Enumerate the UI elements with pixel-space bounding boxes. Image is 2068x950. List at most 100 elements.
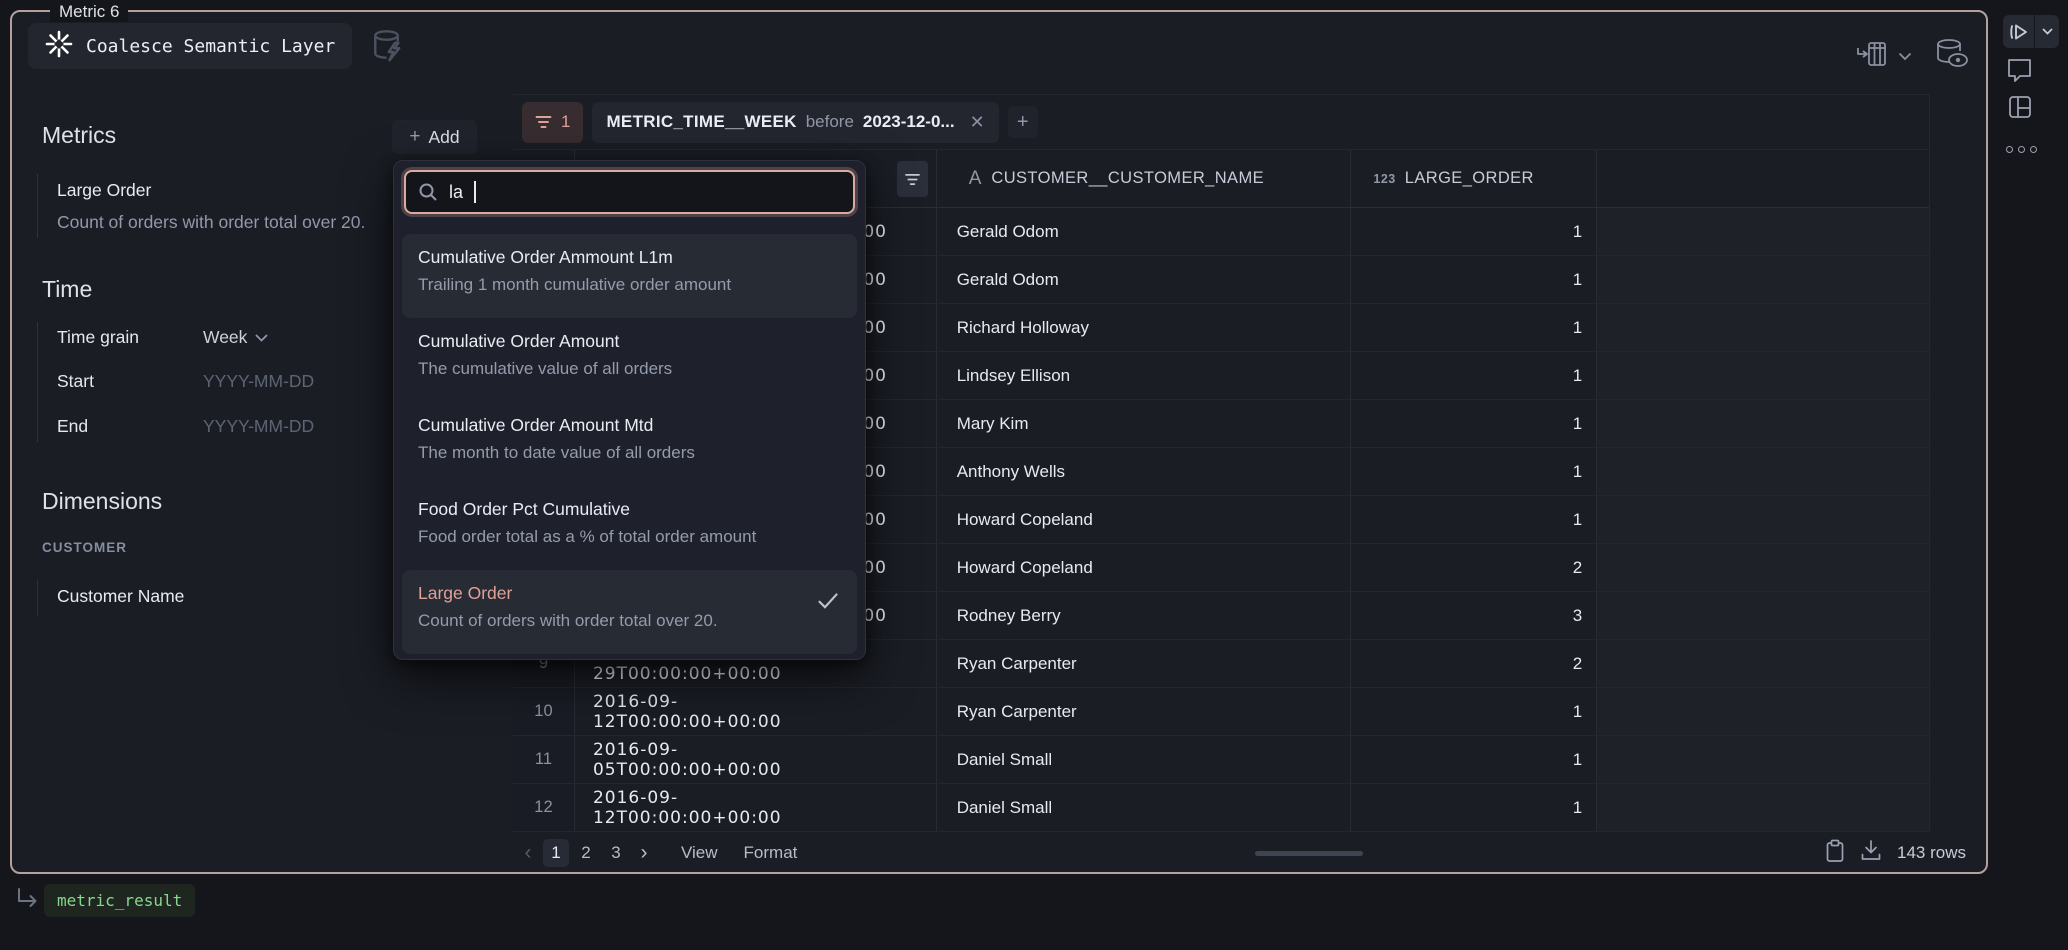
option-description: Trailing 1 month cumulative order amount [418,275,841,295]
cell-customer: Daniel Small [937,784,1352,831]
start-label: Start [57,371,94,392]
end-date-input[interactable]: YYYY-MM-DD [203,416,314,437]
filter-icon [905,173,920,186]
view-button[interactable]: View [681,843,718,863]
remove-filter-icon[interactable]: ✕ [970,112,985,133]
cell-customer: Rodney Berry [937,592,1352,639]
cell-date: 2016-09-05T00:00:00+00:00 [575,736,937,783]
cell-value: 2 [1351,640,1597,687]
next-page-icon[interactable]: › [633,841,655,865]
add-metric-button[interactable]: + Add [392,120,477,154]
cell-customer: Gerald Odom [937,256,1352,303]
row-number: 12 [513,784,575,831]
filter-operator: before [806,112,854,132]
cell-title: Metric 6 [50,2,128,22]
download-icon[interactable] [1860,839,1882,867]
column-name: CUSTOMER__CUSTOMER_NAME [991,169,1264,188]
cell-customer: Howard Copeland [937,544,1352,591]
option-title: Large Order [418,583,841,604]
copy-icon[interactable] [1825,839,1845,868]
cell-value: 1 [1351,256,1597,303]
more-options-icon[interactable] [2006,146,2037,153]
page-button-2[interactable]: 2 [573,839,599,867]
table-row: 122016-09-12T00:00:00+00:00Daniel Small1 [513,784,1929,832]
cell-spacer [1597,736,1929,783]
filter-value: 2023-12-0... [863,112,955,132]
time-heading: Time [42,276,92,303]
cell-value: 1 [1351,448,1597,495]
cell-spacer [1597,400,1929,447]
app-title: Coalesce Semantic Layer [86,36,335,57]
metric-search-input[interactable]: la [404,170,855,214]
option-description: The cumulative value of all orders [418,359,841,379]
cell-spacer [1597,640,1929,687]
database-edit-icon[interactable] [370,28,406,69]
result-variable-chip[interactable]: metric_result [44,884,195,917]
metric-search-dropdown: la Cumulative Order Ammount L1m Trailing… [393,160,866,660]
cell-value: 1 [1351,784,1597,831]
send-to-table-icon[interactable] [1856,40,1888,73]
option-large-order[interactable]: Large Order Count of orders with order t… [402,570,857,654]
dimension-item-customer-name[interactable]: Customer Name [57,586,184,607]
metric-item-description: Count of orders with order total over 20… [57,212,365,233]
table-toolbar: 1 METRIC_TIME__WEEK before 2023-12-0... … [513,94,1930,150]
text-type-icon: A [969,168,982,190]
cell-value: 1 [1351,304,1597,351]
option-cumulative-order-amount-mtd[interactable]: Cumulative Order Amount Mtd The month to… [402,402,857,486]
run-options-icon[interactable] [2035,28,2059,35]
empty-header-spacer [1597,150,1929,207]
time-grain-select[interactable]: Week [203,327,268,348]
table-row: 102016-09-12T00:00:00+00:00Ryan Carpente… [513,688,1929,736]
add-filter-button[interactable]: + [1008,106,1038,138]
text-caret [474,181,476,203]
prev-page-icon[interactable]: ‹ [517,841,539,865]
run-cell-button[interactable] [2003,15,2059,48]
cell-value: 2 [1351,544,1597,591]
option-description: Food order total as a % of total order a… [418,527,841,547]
cell-customer: Ryan Carpenter [937,688,1352,735]
filter-chip[interactable]: METRIC_TIME__WEEK before 2023-12-0... ✕ [592,102,998,143]
column-header-customer-name[interactable]: A CUSTOMER__CUSTOMER_NAME [937,150,1352,207]
metric-options-list: Cumulative Order Ammount L1m Trailing 1 … [394,234,865,654]
cell-customer: Gerald Odom [937,208,1352,255]
indent-guide [37,322,38,442]
cell-spacer [1597,208,1929,255]
result-arrow-icon [13,886,40,918]
start-date-input[interactable]: YYYY-MM-DD [203,371,314,392]
cell-date: 2016-09-12T00:00:00+00:00 [575,784,937,831]
chevron-down-icon[interactable] [1898,48,1912,66]
cell-customer: Daniel Small [937,736,1352,783]
cell-value: 1 [1351,352,1597,399]
column-filter-button[interactable] [897,161,928,197]
table-row: 112016-09-05T00:00:00+00:00Daniel Small1 [513,736,1929,784]
semantic-layer-chip[interactable]: Coalesce Semantic Layer [28,23,352,69]
format-button[interactable]: Format [744,843,798,863]
cell-value: 1 [1351,208,1597,255]
option-food-order-pct-cumulative[interactable]: Food Order Pct Cumulative Food order tot… [402,486,857,570]
cell-value: 1 [1351,496,1597,543]
coalesce-logo-icon [45,30,73,63]
indent-guide [37,174,38,238]
cell-spacer [1597,496,1929,543]
cell-value: 1 [1351,400,1597,447]
option-cumulative-order-ammount-l1m[interactable]: Cumulative Order Ammount L1m Trailing 1 … [402,234,857,318]
active-filters-badge[interactable]: 1 [522,102,583,143]
dimensions-heading: Dimensions [42,488,162,515]
plus-icon: + [409,126,420,148]
comments-icon[interactable] [2007,57,2032,88]
layout-panels-icon[interactable] [2008,95,2032,124]
option-title: Cumulative Order Ammount L1m [418,247,841,268]
preview-data-icon[interactable] [1934,38,1972,75]
cell-spacer [1597,304,1929,351]
page-button-1[interactable]: 1 [543,839,569,867]
page-button-3[interactable]: 3 [603,839,629,867]
option-title: Food Order Pct Cumulative [418,499,841,520]
column-header-large-order[interactable]: 123 LARGE_ORDER [1351,150,1597,207]
horizontal-scrollbar[interactable] [1255,851,1363,856]
end-label: End [57,416,88,437]
cell-customer: Howard Copeland [937,496,1352,543]
metric-item-large-order[interactable]: Large Order [57,180,151,201]
cell-customer: Ryan Carpenter [937,640,1352,687]
option-cumulative-order-amount[interactable]: Cumulative Order Amount The cumulative v… [402,318,857,402]
cell-customer: Richard Holloway [937,304,1352,351]
